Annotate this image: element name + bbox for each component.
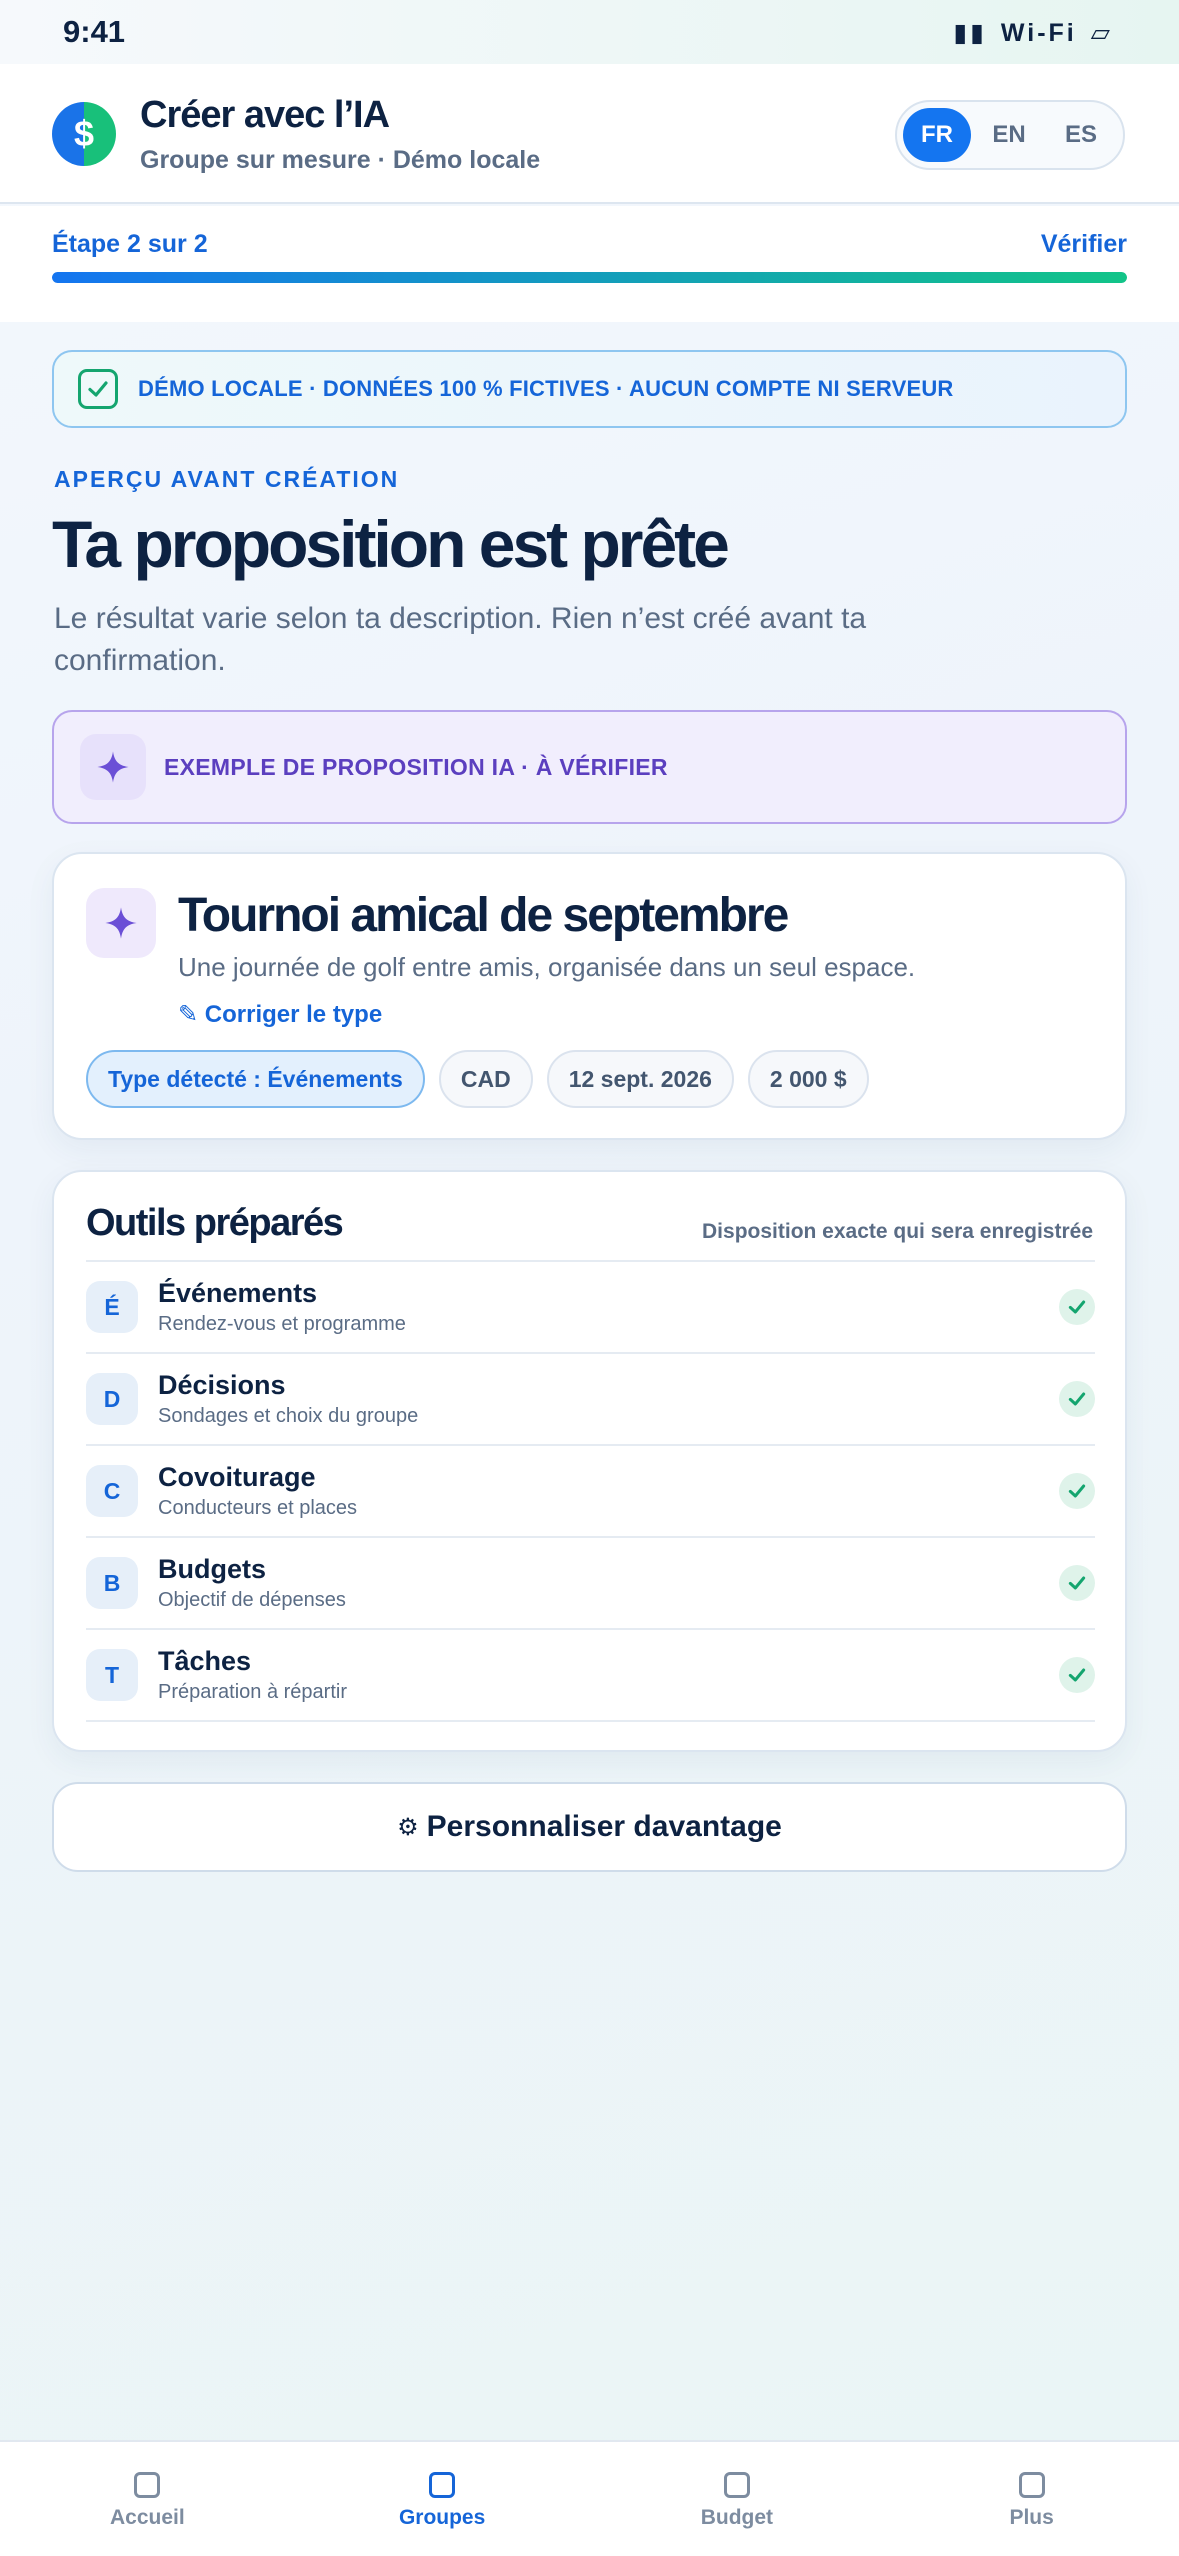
status-time: 9:41 [63, 14, 126, 49]
tool-letter-badge: É [86, 1281, 138, 1333]
lang-en-button[interactable]: EN [975, 108, 1043, 162]
detected-type-chip[interactable]: Type détecté : Événements [86, 1050, 425, 1108]
nav-label: Accueil [110, 2506, 185, 2529]
tool-name: Décisions [158, 1370, 286, 1400]
proposal-heading: Ta proposition est prête [52, 507, 730, 581]
step-label: Étape 2 sur 2 [52, 230, 208, 258]
step-progress-fill [52, 272, 1127, 283]
check-icon [1059, 1565, 1095, 1601]
proposal-chips: Type détecté : Événements CAD 12 sept. 2… [86, 1050, 869, 1108]
nav-item-groupes[interactable]: Groupes [295, 2442, 590, 2556]
tool-name: Événements [158, 1278, 318, 1308]
fix-type-link[interactable]: ✎ Corriger le type [178, 1000, 382, 1029]
status-indicators: ▮▮ Wi-Fi ▱ [953, 18, 1113, 48]
tool-description: Objectif de dépenses [158, 1589, 346, 1611]
step-indicator: Étape 2 sur 2 Vérifier [0, 206, 1179, 322]
nav-label: Plus [1009, 2506, 1054, 2529]
bottom-nav: Accueil Groupes Budget Plus [0, 2440, 1179, 2556]
ai-banner-text: EXEMPLE DE PROPOSITION IA · À VÉRIFIER [164, 753, 668, 780]
tool-row-evenements: É Événements Rendez-vous et programme [86, 1262, 1095, 1354]
home-icon [134, 2472, 161, 2498]
budget-icon [723, 2472, 750, 2498]
status-bar: 9:41 ▮▮ Wi-Fi ▱ [0, 0, 1179, 64]
check-icon [1059, 1473, 1095, 1509]
app-header: $ Créer avec l’IA Groupe sur mesure · Dé… [0, 64, 1179, 204]
tool-row-decisions: D Décisions Sondages et choix du groupe [86, 1354, 1095, 1446]
nav-label: Budget [700, 2506, 774, 2529]
gear-icon: ⚙ [397, 1813, 419, 1841]
tool-description: Rendez-vous et programme [158, 1313, 406, 1335]
sparkle-icon [86, 888, 156, 958]
demo-banner: DÉMO LOCALE · DONNÉES 100 % FICTIVES · A… [52, 350, 1127, 428]
check-icon [1059, 1289, 1095, 1325]
check-icon [1059, 1657, 1095, 1693]
tool-letter-badge: T [86, 1649, 138, 1701]
tool-row-taches: T Tâches Préparation à répartir [86, 1630, 1095, 1722]
personalize-button-label: Personnaliser davantage [426, 1810, 782, 1843]
proposal-title: Tournoi amical de septembre [178, 889, 789, 942]
wifi-label: Wi-Fi [1000, 18, 1077, 47]
personalize-button[interactable]: ⚙ Personnaliser davantage [52, 1782, 1127, 1872]
app-logo: $ [52, 102, 116, 166]
language-switcher: FR EN ES [895, 100, 1125, 170]
step-progress-bar [52, 272, 1127, 283]
battery-icon: ▱ [1090, 19, 1113, 47]
more-icon [1018, 2472, 1045, 2498]
nav-item-budget[interactable]: Budget [590, 2442, 885, 2556]
lang-fr-button[interactable]: FR [903, 108, 971, 162]
proposal-description: Une journée de golf entre amis, organisé… [178, 952, 916, 982]
currency-chip: CAD [438, 1050, 533, 1108]
proposal-card: Tournoi amical de septembre Une journée … [52, 852, 1127, 1140]
signal-icon: ▮▮ [953, 19, 987, 47]
tools-list: É Événements Rendez-vous et programme D … [86, 1260, 1095, 1722]
budget-chip: 2 000 $ [747, 1050, 869, 1108]
tool-description: Sondages et choix du groupe [158, 1405, 419, 1427]
nav-label: Groupes [398, 2506, 486, 2529]
verify-link[interactable]: Vérifier [1041, 230, 1127, 259]
lang-es-button[interactable]: ES [1047, 108, 1115, 162]
tool-letter-badge: C [86, 1465, 138, 1517]
tool-description: Préparation à répartir [158, 1681, 347, 1703]
groups-icon [429, 2472, 456, 2498]
page-title: Créer avec l’IA [140, 94, 390, 136]
demo-banner-text: DÉMO LOCALE · DONNÉES 100 % FICTIVES · A… [138, 376, 954, 401]
tool-name: Budgets [158, 1554, 266, 1584]
tools-card: Outils préparés Disposition exacte qui s… [52, 1170, 1127, 1752]
tool-letter-badge: D [86, 1373, 138, 1425]
date-chip: 12 sept. 2026 [546, 1050, 734, 1108]
page-subtitle: Groupe sur mesure · Démo locale [140, 146, 541, 174]
section-eyebrow: APERÇU AVANT CRÉATION [54, 466, 400, 492]
sparkle-icon [80, 734, 146, 800]
nav-item-accueil[interactable]: Accueil [0, 2442, 295, 2556]
tool-description: Conducteurs et places [158, 1497, 358, 1519]
tool-row-covoiturage: C Covoiturage Conducteurs et places [86, 1446, 1095, 1538]
tool-row-budgets: B Budgets Objectif de dépenses [86, 1538, 1095, 1630]
tools-note: Disposition exacte qui sera enregistrée [702, 1220, 1093, 1243]
proposal-subtitle: Le résultat varie selon ta description. … [54, 602, 867, 677]
tools-title: Outils préparés [86, 1202, 344, 1244]
check-square-icon [78, 369, 118, 409]
nav-item-plus[interactable]: Plus [884, 2442, 1179, 2556]
ai-example-banner: EXEMPLE DE PROPOSITION IA · À VÉRIFIER [52, 710, 1127, 824]
tool-letter-badge: B [86, 1557, 138, 1609]
tool-name: Tâches [158, 1646, 252, 1676]
tool-name: Covoiturage [158, 1462, 316, 1492]
check-icon [1059, 1381, 1095, 1417]
